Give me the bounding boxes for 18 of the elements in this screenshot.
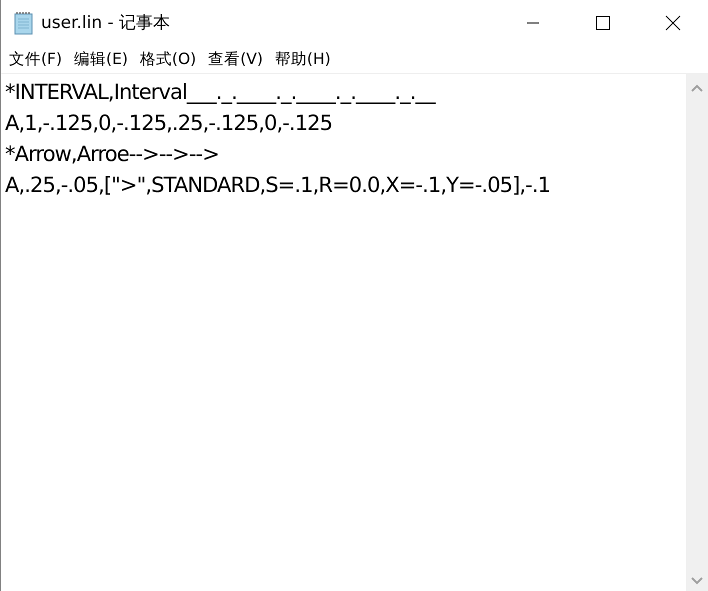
minimize-icon (527, 22, 539, 24)
menu-item[interactable]: 帮助(H) (268, 48, 337, 70)
maximize-icon (595, 14, 611, 30)
text-line: A,1,-.125,0,-.125,.25,-.125,0,-.125 (5, 110, 334, 137)
menu-item[interactable]: 文件(F) (3, 48, 68, 70)
window-title: user.lin - 记事本 (41, 12, 170, 34)
menu-item[interactable]: 查看(V) (202, 48, 269, 70)
text-line: *INTERVAL,Interval___._.____._.____._.____._.__ (5, 79, 436, 106)
text-line: A,.25,-.05,[">",STANDARD,S=.1,R=0.0,X=-.1,Y=-.05],-.1 (5, 172, 552, 199)
scroll-down-icon[interactable] (691, 577, 703, 585)
close-icon (665, 14, 681, 30)
menu-item[interactable]: 格式(O) (134, 48, 202, 70)
text-editor[interactable]: *INTERVAL,Interval___._.____._.____._.____._.__ A,1,-.125,0,-.125,.25,-.125,0,-.125 *Arrow,Arroe-->-->--> A,.25,-.05,[">",STANDARD,S=.1,R=0.0,X=-.1,Y=-.05],-.1 (1, 74, 686, 591)
notepad-icon (13, 10, 35, 34)
menu-item[interactable]: 编辑(E) (68, 48, 134, 70)
text-line: *Arrow,Arroe-->-->--> (5, 141, 220, 168)
scroll-up-icon[interactable] (691, 84, 703, 92)
vertical-scrollbar[interactable] (686, 74, 708, 591)
